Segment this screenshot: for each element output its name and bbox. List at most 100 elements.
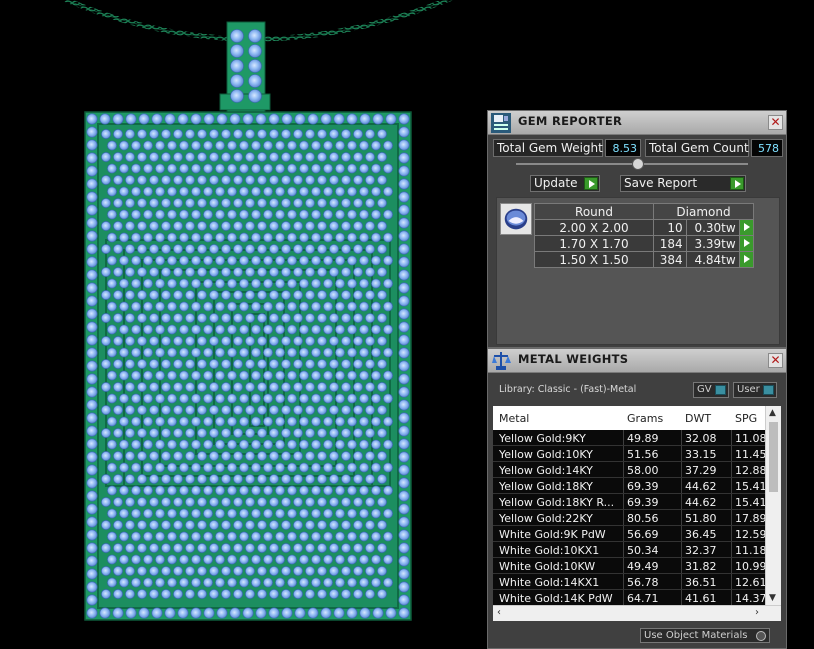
gem bbox=[203, 255, 213, 266]
gem bbox=[335, 485, 345, 496]
column-header-metal[interactable]: Metal bbox=[499, 412, 529, 425]
scroll-down-icon[interactable]: ▼ bbox=[769, 593, 776, 603]
cell-spg: 12.88 bbox=[735, 464, 765, 477]
gem bbox=[167, 163, 177, 174]
gem bbox=[353, 382, 363, 392]
gem bbox=[119, 140, 129, 151]
gem bbox=[263, 324, 273, 335]
gem bbox=[329, 543, 339, 553]
gem bbox=[113, 175, 123, 185]
gem bbox=[293, 175, 303, 185]
gem bbox=[299, 186, 309, 197]
save-report-button[interactable]: Save Report bbox=[620, 175, 746, 192]
gem bbox=[86, 295, 98, 307]
scroll-up-icon[interactable]: ▲ bbox=[769, 408, 776, 418]
scroll-right-icon[interactable]: › bbox=[755, 607, 759, 618]
column-header-spg[interactable]: SPG bbox=[735, 412, 757, 425]
gem bbox=[353, 175, 363, 185]
close-button[interactable]: ✕ bbox=[768, 115, 783, 130]
scroll-thumb[interactable] bbox=[769, 422, 778, 492]
table-row[interactable]: White Gold:10KW 49.49 31.82 10.99 bbox=[493, 558, 765, 574]
gem bbox=[138, 607, 150, 619]
use-object-materials-toggle[interactable]: Use Object Materials bbox=[640, 628, 770, 643]
gem bbox=[179, 278, 189, 289]
gem bbox=[107, 554, 117, 565]
scroll-left-icon[interactable]: ‹ bbox=[497, 607, 501, 618]
table-row[interactable]: White Gold:14K PdW 64.71 41.61 14.37 bbox=[493, 590, 765, 606]
column-header-grams[interactable]: Grams bbox=[627, 412, 663, 425]
gem bbox=[255, 607, 267, 619]
model-viewport[interactable] bbox=[0, 0, 486, 649]
gem bbox=[185, 198, 195, 208]
gem bbox=[287, 140, 297, 151]
play-icon[interactable] bbox=[738, 235, 755, 252]
gem bbox=[173, 589, 183, 599]
gem-reporter-titlebar[interactable]: GEM REPORTER ✕ bbox=[488, 111, 786, 135]
table-row[interactable]: Yellow Gold:14KY 58.00 37.29 12.88 bbox=[493, 462, 765, 478]
gem bbox=[131, 416, 141, 427]
gem bbox=[191, 554, 201, 565]
gem-table: Round Diamond 2.00 X 2.00 10 0.30tw 1.70… bbox=[534, 203, 755, 268]
gem bbox=[239, 485, 249, 496]
gem bbox=[251, 278, 261, 289]
slider-handle[interactable] bbox=[632, 158, 644, 170]
gem bbox=[269, 566, 279, 576]
table-row[interactable]: White Gold:14KX1 56.78 36.51 12.61 bbox=[493, 574, 765, 590]
gem bbox=[229, 607, 241, 619]
gem bbox=[161, 566, 171, 576]
gem-row[interactable]: 1.70 X 1.70 184 3.39tw bbox=[534, 235, 755, 252]
gem bbox=[209, 405, 219, 415]
play-icon[interactable] bbox=[738, 251, 755, 268]
gem bbox=[353, 543, 363, 553]
gv-toggle[interactable]: GV bbox=[693, 382, 729, 398]
gem bbox=[398, 490, 410, 502]
metal-weights-titlebar[interactable]: METAL WEIGHTS ✕ bbox=[488, 349, 786, 373]
column-header-dwt[interactable]: DWT bbox=[685, 412, 711, 425]
gem bbox=[149, 175, 159, 185]
gem bbox=[347, 278, 357, 289]
table-row[interactable]: Yellow Gold:18KY R... 69.39 44.62 15.41 bbox=[493, 494, 765, 510]
gem bbox=[209, 244, 219, 254]
gem bbox=[131, 577, 141, 588]
cell-dwt: 36.45 bbox=[685, 528, 717, 541]
gem bbox=[101, 129, 111, 139]
gem bbox=[377, 382, 387, 392]
gem bbox=[377, 428, 387, 438]
gem bbox=[365, 566, 375, 576]
play-icon[interactable] bbox=[738, 219, 755, 236]
gem bbox=[268, 607, 280, 619]
gem bbox=[233, 152, 243, 162]
gem bbox=[341, 474, 351, 484]
gem-row[interactable]: 2.00 X 2.00 10 0.30tw bbox=[534, 219, 755, 236]
update-button[interactable]: Update bbox=[530, 175, 600, 192]
user-toggle[interactable]: User bbox=[733, 382, 777, 398]
table-row[interactable]: Yellow Gold:18KY 69.39 44.62 15.41 bbox=[493, 478, 765, 494]
gem bbox=[269, 152, 279, 162]
gem bbox=[149, 267, 159, 277]
table-row[interactable]: White Gold:9K PdW 56.69 36.45 12.59 bbox=[493, 526, 765, 542]
gem bbox=[245, 543, 255, 553]
vertical-scrollbar[interactable]: ▲ ▼ bbox=[765, 406, 781, 605]
gem bbox=[191, 186, 201, 197]
gem-row[interactable]: 1.50 X 1.50 384 4.84tw bbox=[534, 251, 755, 268]
gem bbox=[329, 589, 339, 599]
gem bbox=[347, 508, 357, 519]
cell-metal: Yellow Gold:10KY bbox=[499, 448, 593, 461]
gem bbox=[317, 313, 327, 323]
horizontal-scrollbar[interactable]: ‹ › bbox=[493, 605, 781, 621]
gem bbox=[113, 152, 123, 162]
gem bbox=[317, 336, 327, 346]
pendant-model[interactable] bbox=[0, 0, 486, 649]
gem bbox=[137, 336, 147, 346]
table-row[interactable]: Yellow Gold:10KY 51.56 33.15 11.45 bbox=[493, 446, 765, 462]
close-button[interactable]: ✕ bbox=[768, 353, 783, 368]
gem bbox=[341, 290, 351, 300]
gem bbox=[233, 451, 243, 461]
gem bbox=[323, 370, 333, 381]
total-gem-count-value: 578 bbox=[751, 139, 783, 157]
table-row[interactable]: Yellow Gold:22KY 80.56 51.80 17.89 bbox=[493, 510, 765, 526]
gem bbox=[86, 516, 98, 528]
table-row[interactable]: White Gold:10KX1 50.34 32.37 11.18 bbox=[493, 542, 765, 558]
gem bbox=[131, 324, 141, 335]
table-row[interactable]: Yellow Gold:9KY 49.89 32.08 11.08 bbox=[493, 430, 765, 446]
